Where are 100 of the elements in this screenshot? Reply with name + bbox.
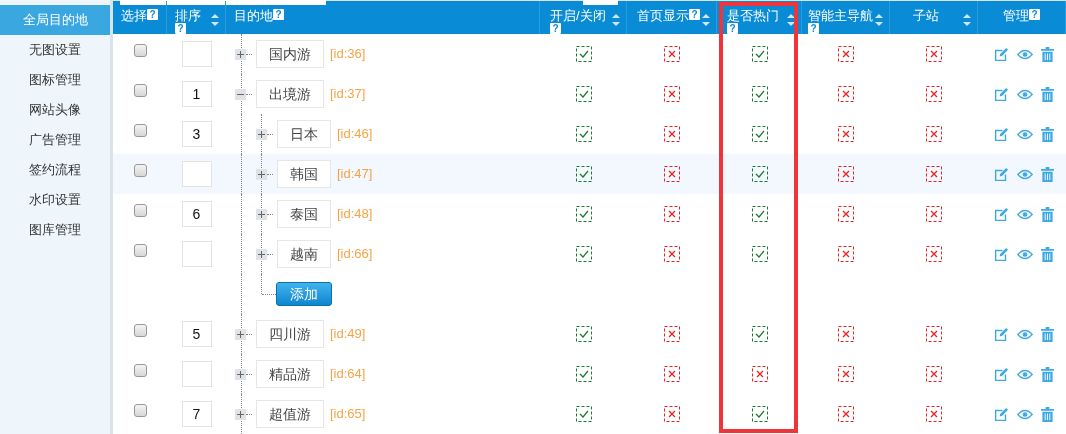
destination-name[interactable]: 出境游 <box>256 80 324 108</box>
check-toggle-icon[interactable] <box>751 206 768 222</box>
order-field[interactable] <box>181 361 212 387</box>
destination-name[interactable]: 四川游 <box>256 320 324 348</box>
cross-toggle-icon[interactable] <box>838 366 854 382</box>
check-toggle-icon[interactable] <box>575 86 592 102</box>
trash-icon[interactable] <box>1041 46 1054 62</box>
eye-icon[interactable] <box>1017 168 1033 180</box>
row-checkbox[interactable] <box>133 363 147 377</box>
help-icon[interactable]: ? <box>273 9 284 20</box>
cross-toggle-icon[interactable] <box>664 246 680 262</box>
sidebar-item[interactable]: 无图设置 <box>0 35 110 65</box>
check-toggle-icon[interactable] <box>751 166 768 182</box>
edit-icon[interactable] <box>994 246 1009 262</box>
edit-icon[interactable] <box>994 86 1009 102</box>
order-field[interactable] <box>181 241 212 267</box>
column-header[interactable]: 子站 <box>912 8 939 23</box>
expand-icon[interactable] <box>235 368 246 380</box>
expand-icon[interactable] <box>235 48 246 60</box>
sidebar-item[interactable]: 网站头像 <box>0 95 110 125</box>
row-checkbox[interactable] <box>133 163 147 177</box>
text-field[interactable] <box>583 0 618 5</box>
check-toggle-icon[interactable] <box>751 406 768 422</box>
cross-toggle-icon[interactable] <box>838 166 854 182</box>
order-field[interactable]: 3 <box>181 121 212 147</box>
cross-toggle-icon[interactable] <box>838 246 854 262</box>
help-icon[interactable]: ? <box>550 23 561 34</box>
cross-toggle-icon[interactable] <box>751 366 768 382</box>
trash-icon[interactable] <box>1041 246 1054 262</box>
check-toggle-icon[interactable] <box>575 326 592 342</box>
destination-name[interactable]: 越南 <box>277 240 331 268</box>
cross-toggle-icon[interactable] <box>926 406 942 422</box>
cross-toggle-icon[interactable] <box>664 166 680 182</box>
destination-name[interactable]: 超值游 <box>256 400 324 428</box>
cross-toggle-icon[interactable] <box>838 86 854 102</box>
trash-icon[interactable] <box>1041 326 1054 342</box>
cross-toggle-icon[interactable] <box>838 406 854 422</box>
sort-icon[interactable] <box>702 14 710 26</box>
cross-toggle-icon[interactable] <box>838 126 854 142</box>
sort-icon[interactable] <box>612 14 620 26</box>
column-header[interactable]: 排序 <box>175 8 201 23</box>
help-icon[interactable]: ? <box>175 23 186 34</box>
eye-icon[interactable] <box>1017 88 1033 100</box>
cross-toggle-icon[interactable] <box>926 126 942 142</box>
text-field[interactable] <box>120 0 326 5</box>
eye-icon[interactable] <box>1017 408 1033 420</box>
check-toggle-icon[interactable] <box>751 246 768 262</box>
destination-name[interactable]: 精品游 <box>256 360 324 388</box>
cross-toggle-icon[interactable] <box>926 246 942 262</box>
edit-icon[interactable] <box>994 206 1009 222</box>
sort-icon[interactable] <box>963 14 971 26</box>
trash-icon[interactable] <box>1041 366 1054 382</box>
sort-icon[interactable] <box>211 14 219 26</box>
order-field[interactable] <box>181 161 212 187</box>
order-field[interactable] <box>181 41 212 67</box>
eye-icon[interactable] <box>1017 248 1033 260</box>
edit-icon[interactable] <box>994 46 1009 62</box>
check-toggle-icon[interactable] <box>575 206 592 222</box>
order-field[interactable]: 7 <box>181 401 212 427</box>
check-toggle-icon[interactable] <box>751 86 768 102</box>
column-header[interactable]: 开启/关闭 <box>550 8 606 23</box>
expand-icon[interactable] <box>235 328 246 340</box>
eye-icon[interactable] <box>1017 328 1033 340</box>
sort-icon[interactable] <box>787 14 795 26</box>
help-icon[interactable]: ? <box>1029 9 1040 20</box>
row-checkbox[interactable] <box>133 243 147 257</box>
check-toggle-icon[interactable] <box>575 166 592 182</box>
sidebar-item[interactable]: 图标管理 <box>0 65 110 95</box>
sidebar-item[interactable]: 水印设置 <box>0 185 110 215</box>
check-toggle-icon[interactable] <box>575 246 592 262</box>
cross-toggle-icon[interactable] <box>926 326 942 342</box>
check-toggle-icon[interactable] <box>751 46 768 62</box>
sidebar-item[interactable]: 图库管理 <box>0 215 110 245</box>
cross-toggle-icon[interactable] <box>838 46 854 62</box>
help-icon[interactable]: ? <box>727 23 738 34</box>
check-toggle-icon[interactable] <box>575 46 592 62</box>
trash-icon[interactable] <box>1041 126 1054 142</box>
cross-toggle-icon[interactable] <box>926 46 942 62</box>
cross-toggle-icon[interactable] <box>664 206 680 222</box>
check-toggle-icon[interactable] <box>751 126 768 142</box>
cross-toggle-icon[interactable] <box>926 206 942 222</box>
eye-icon[interactable] <box>1017 128 1033 140</box>
help-icon[interactable]: ? <box>689 9 700 20</box>
order-field[interactable]: 6 <box>181 201 212 227</box>
edit-icon[interactable] <box>994 406 1009 422</box>
sidebar-item[interactable]: 签约流程 <box>0 155 110 185</box>
check-toggle-icon[interactable] <box>575 126 592 142</box>
edit-icon[interactable] <box>994 366 1009 382</box>
cross-toggle-icon[interactable] <box>664 366 680 382</box>
destination-name[interactable]: 国内游 <box>256 40 324 68</box>
cross-toggle-icon[interactable] <box>926 86 942 102</box>
edit-icon[interactable] <box>994 126 1009 142</box>
edit-icon[interactable] <box>994 326 1009 342</box>
help-icon[interactable]: ? <box>147 9 158 20</box>
eye-icon[interactable] <box>1017 208 1033 220</box>
expand-icon[interactable] <box>256 248 267 260</box>
trash-icon[interactable] <box>1041 166 1054 182</box>
sort-icon[interactable] <box>875 14 883 26</box>
expand-icon[interactable] <box>235 408 246 420</box>
cross-toggle-icon[interactable] <box>838 206 854 222</box>
